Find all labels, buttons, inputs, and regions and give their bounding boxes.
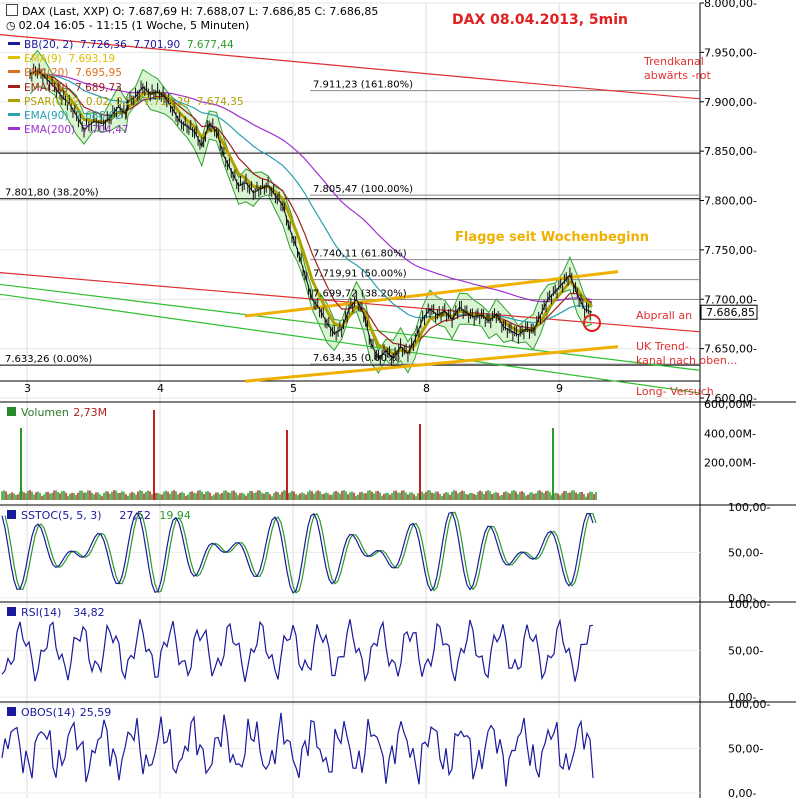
- legend-value: 7.713,29: [136, 95, 191, 108]
- panel-value-2: 19,94: [159, 509, 191, 522]
- legend-value: 7.674,35: [190, 95, 244, 108]
- legend-row: EMA(50) 7.689,73: [8, 81, 244, 95]
- panel-y-tick: 0,00-: [728, 787, 756, 800]
- panel-value: 2,73M: [73, 406, 107, 419]
- annotation-bounce: Abprall an: [636, 309, 692, 322]
- x-tick-label: 8: [423, 382, 430, 395]
- panel-value: 34,82: [73, 606, 105, 619]
- open-value: O: 7.687,69: [112, 5, 178, 18]
- y-tick-label: 7.850,00-: [704, 145, 757, 158]
- panel-title-square: [7, 407, 16, 416]
- legend-swatch: [8, 42, 20, 45]
- fib-label: 7.633,26 (0.00%): [5, 354, 92, 365]
- fib-label: 7.634,35 (0.00%): [313, 353, 400, 364]
- fib-label: 7.740,11 (61.80%): [313, 249, 407, 260]
- panel-title: RSI(14): [21, 606, 61, 619]
- panel-title-square: [7, 607, 16, 616]
- legend-value: 7.689,73: [68, 81, 122, 94]
- close-value: C: 7.686,85: [314, 5, 379, 18]
- fib-label: 7.801,80 (38.20%): [5, 188, 99, 199]
- legend-swatch: [8, 70, 20, 74]
- x-tick-label: 4: [157, 382, 164, 395]
- period-label: 02.04 16:05 - 11:15 (1 Woche, 5 Minuten): [18, 19, 250, 32]
- panel-value: 25,59: [80, 706, 112, 719]
- panel-title: SSTOC(5, 5, 3): [21, 509, 102, 522]
- legend-row: PSAR(0.02, 0.02, 0.2) 7.713,29 7.674,35: [8, 95, 244, 109]
- y-tick-label: 7.750,00-: [704, 244, 757, 257]
- legend-swatch: [8, 98, 20, 102]
- legend-value: 7.695,95: [68, 67, 122, 80]
- x-tick-label: 5: [290, 382, 297, 395]
- panel-title: OBOS(14): [21, 706, 75, 719]
- panel-y-tick: 100,00-: [728, 501, 770, 514]
- x-tick-label: 9: [556, 382, 563, 395]
- fib-label: 7.699,72 (38.20%): [313, 289, 407, 300]
- annotation-uk-line1: UK Trend-: [636, 340, 689, 353]
- fib-label: 7.805,47 (100.00%): [313, 184, 413, 195]
- clock-icon: ◷: [6, 19, 16, 32]
- legend-label: EMA(50): [24, 81, 69, 94]
- panel-title: Volumen: [21, 406, 69, 419]
- legend-value: 7.701,90: [126, 39, 181, 51]
- legend-label: EMA(90): [24, 110, 69, 123]
- legend-row: BB(20, 2) 7.726,36 7.701,90 7.677,44: [8, 38, 244, 52]
- legend-row: EMA(200) 7.704,47: [8, 123, 244, 137]
- panel-title-square: [7, 707, 16, 716]
- y-tick-label: 7.950,00-: [704, 46, 757, 59]
- y-tick-label: 7.800,00-: [704, 195, 757, 208]
- indicator-panels: 200,00M- 400,00M- 600,00M- Volumen 2,73M 0,00…: [0, 398, 796, 800]
- legend-swatch: [8, 56, 20, 60]
- legend-swatch: [8, 127, 20, 131]
- instrument-label: DAX (Last, XXP): [22, 5, 110, 18]
- y-tick-label: 8.000,00-: [704, 0, 757, 10]
- panel-y-tick: 600,00M-: [704, 398, 756, 411]
- indicator-legend: BB(20, 2) 7.726,36 7.701,90 7.677,44 EMA(…: [8, 38, 244, 137]
- obos-line: [1, 712, 594, 787]
- annotation-uk-line2: kanal nach oben...: [636, 354, 737, 367]
- legend-label: EMA(20): [24, 67, 69, 80]
- fib-label: 7.719,91 (50.00%): [313, 269, 407, 280]
- legend-value: 7.704,47: [75, 124, 129, 137]
- annotation-trend-line1: Trendkanal: [643, 55, 704, 68]
- annotation-trend-line2: abwärts -rot: [644, 69, 712, 82]
- low-value: L: 7.686,85: [248, 5, 311, 18]
- legend-swatch: [8, 84, 20, 88]
- legend-value: 7.686,62: [68, 110, 122, 123]
- last-price-label: 7.686,85: [706, 306, 755, 319]
- legend-label: BB(20, 2): [24, 39, 74, 51]
- chart-type-icon: [6, 4, 18, 16]
- high-value: H: 7.688,07: [180, 5, 246, 18]
- legend-swatch: [8, 113, 20, 117]
- chart-window: { "header": { "instrument": "DAX (Last, …: [0, 0, 796, 800]
- panel-y-tick: 100,00-: [728, 598, 770, 611]
- panel-y-tick: 200,00M-: [704, 457, 756, 470]
- panel-y-tick: 50,00-: [728, 547, 763, 560]
- legend-label: PSAR(0.02, 0.02, 0.2): [24, 95, 137, 108]
- legend-label: EMA(9): [24, 53, 62, 66]
- y-tick-label: 7.900,00-: [704, 96, 757, 109]
- legend-value: 7.677,44: [180, 39, 234, 51]
- legend-label: EMA(200): [24, 124, 76, 137]
- legend-value: 7.726,36: [73, 39, 127, 51]
- panel-title-square: [7, 510, 16, 519]
- legend-value: 7.693,19: [61, 53, 116, 66]
- legend-row: EMA(90) 7.686,62: [8, 109, 244, 123]
- annotation-long: Long- Versuch: [636, 385, 714, 398]
- annotation-flag: Flagge seit Wochenbeginn: [455, 230, 649, 245]
- x-tick-label: 3: [24, 382, 31, 395]
- panel-y-tick: 400,00M-: [704, 427, 756, 440]
- fib-label: 7.911,23 (161.80%): [313, 80, 413, 91]
- y-tick-label: 7.700,00-: [704, 293, 757, 306]
- legend-row: EMA(20) 7.695,95: [8, 66, 244, 80]
- legend-row: EMA(9) 7.693,19: [8, 52, 244, 66]
- panel-y-tick: 50,00-: [728, 743, 763, 756]
- panel-y-tick: 100,00-: [728, 698, 770, 711]
- chart-title: DAX 08.04.2013, 5min: [452, 12, 628, 28]
- chart-header: DAX (Last, XXP) O: 7.687,69 H: 7.688,07 …: [6, 4, 378, 33]
- panel-y-tick: 50,00-: [728, 645, 763, 658]
